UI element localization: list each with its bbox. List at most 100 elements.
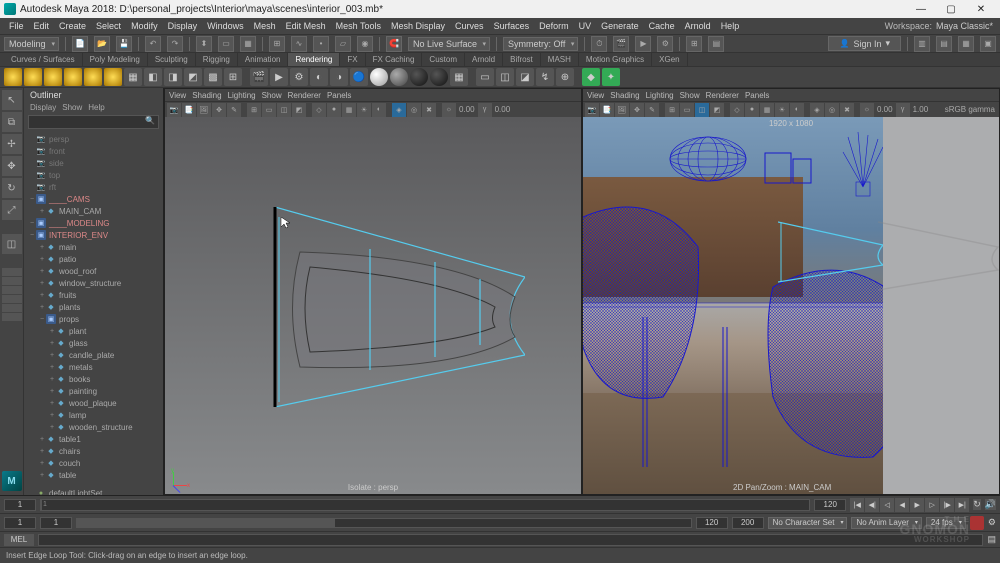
menu-display[interactable]: Display [163,21,203,31]
symmetry-dropdown[interactable]: Symmetry: Off [503,37,578,51]
vp-lights-icon[interactable]: ☀ [775,103,789,117]
outliner-node-chairs[interactable]: +chairs [24,445,163,457]
vp-wireframe-icon[interactable]: ◇ [312,103,326,117]
vp-menu-show[interactable]: Show [680,91,700,100]
toggle-channel-icon[interactable]: ▤ [708,36,724,52]
outliner-node-patio[interactable]: +patio [24,253,163,265]
script-lang-toggle[interactable]: MEL [4,534,34,546]
outliner-node--modeling[interactable]: −____MODELING [24,217,163,229]
menu-edit[interactable]: Edit [29,21,55,31]
menu-select[interactable]: Select [91,21,126,31]
outliner-node-candle-plate[interactable]: +candle_plate [24,349,163,361]
sidebar-toggle-3[interactable]: ▦ [958,36,974,52]
vp-menu-view[interactable]: View [169,91,186,100]
shelf-icon[interactable]: ▦ [124,68,142,86]
script-editor-button[interactable]: ▤ [987,534,996,545]
menu-set-dropdown[interactable]: Modeling [4,37,59,51]
vp-menu-shading[interactable]: Shading [192,91,221,100]
render-settings-icon[interactable]: ⚙ [657,36,673,52]
go-end-button[interactable]: ▶| [955,498,969,512]
scale-tool[interactable]: ⤢ [2,200,22,220]
viewport-canvas-left[interactable]: x y Isolate : persp [165,117,581,494]
shelf-tab-mash[interactable]: MASH [541,53,579,66]
vp-menu-shading[interactable]: Shading [610,91,639,100]
shelf-icon[interactable]: ⊞ [224,68,242,86]
command-input[interactable] [38,534,983,546]
vp-exposure-value[interactable]: 0.00 [457,105,477,114]
shader-dark-icon[interactable] [410,68,428,86]
vp-menu-show[interactable]: Show [262,91,282,100]
snap-live-icon[interactable]: ◉ [357,36,373,52]
select-tool[interactable]: ↖ [2,90,22,110]
vp-image-plane-icon[interactable]: 🖼 [615,103,629,117]
outliner-node-wood-roof[interactable]: +wood_roof [24,265,163,277]
vp-2d-pan-icon[interactable]: ✥ [212,103,226,117]
vp-exposure-value[interactable]: 0.00 [875,105,895,114]
shelf-tab-fxcaching[interactable]: FX Caching [366,53,423,66]
time-current-field[interactable]: 1 [4,499,36,511]
history-icon[interactable]: ⏱ [591,36,607,52]
vp-isolate-icon[interactable]: ◈ [810,103,824,117]
viewport-main-cam[interactable]: View Shading Lighting Show Renderer Pane… [582,88,1000,495]
snap-point-icon[interactable]: • [313,36,329,52]
range-playback-end[interactable]: 120 [696,517,728,529]
layout-hypershade[interactable] [2,304,22,312]
menu-edit-mesh[interactable]: Edit Mesh [281,21,331,31]
vp-select-cam-icon[interactable]: 📷 [167,103,181,117]
outliner-node-table1[interactable]: +table1 [24,433,163,445]
go-start-button[interactable]: |◀ [850,498,864,512]
autokey-button[interactable] [970,516,984,530]
audio-button[interactable]: 🔊 [985,499,996,510]
shader-dark2-icon[interactable] [430,68,448,86]
vp-exposure-icon[interactable]: ☼ [860,103,874,117]
outliner-node-main-cam[interactable]: +MAIN_CAM [24,205,163,217]
vp-xray-joints-icon[interactable]: ✖ [422,103,436,117]
outliner-node-wooden-structure[interactable]: +wooden_structure [24,421,163,433]
open-scene-icon[interactable]: 📂 [94,36,110,52]
vp-bookmark-icon[interactable]: 📑 [600,103,614,117]
snap-curve-icon[interactable]: ∿ [291,36,307,52]
vp-gamma-icon[interactable]: γ [896,103,910,117]
menu-help[interactable]: Help [716,21,745,31]
vp-resolution-gate-icon[interactable]: ◫ [277,103,291,117]
vp-film-gate-icon[interactable]: ▭ [680,103,694,117]
outliner-node-table[interactable]: +table [24,469,163,481]
vp-menu-renderer[interactable]: Renderer [288,91,321,100]
vp-shaded-icon[interactable]: ● [327,103,341,117]
outliner-node-books[interactable]: +books [24,373,163,385]
vp-2d-pan-icon[interactable]: ✥ [630,103,644,117]
shelf-tab-rendering[interactable]: Rendering [288,53,340,66]
vp-select-cam-icon[interactable]: 📷 [585,103,599,117]
paint-select-tool[interactable]: ✢ [2,134,22,154]
menu-file[interactable]: File [4,21,29,31]
shader-white-icon[interactable] [370,68,388,86]
outliner-tree[interactable]: perspfrontsidetoprft−____CAMS+MAIN_CAM−_… [24,131,163,495]
prefs-button[interactable]: ⚙ [988,517,996,528]
outliner-node-window-structure[interactable]: +window_structure [24,277,163,289]
menu-deform[interactable]: Deform [534,21,574,31]
vp-gamma-value[interactable]: 0.00 [493,105,513,114]
outliner-node-main[interactable]: +main [24,241,163,253]
outliner-node-plant[interactable]: +plant [24,325,163,337]
batch-render-icon[interactable]: ▭ [476,68,494,86]
rotate-tool[interactable]: ↻ [2,178,22,198]
outliner-menu-display[interactable]: Display [30,103,56,112]
vp-resolution-gate-icon[interactable]: ◫ [695,103,709,117]
outliner-node-glass[interactable]: +glass [24,337,163,349]
shader-grey-icon[interactable] [390,68,408,86]
outliner-node-couch[interactable]: +couch [24,457,163,469]
menu-arnold[interactable]: Arnold [680,21,716,31]
outliner-node-rft[interactable]: rft [24,181,163,193]
shelf-icon[interactable]: ◑ [330,68,348,86]
shelf-icon[interactable]: ◪ [516,68,534,86]
minimize-button[interactable]: ― [906,0,936,18]
outliner-node-side[interactable]: side [24,157,163,169]
snap-grid-icon[interactable]: ⊞ [269,36,285,52]
vp-menu-renderer[interactable]: Renderer [706,91,739,100]
point-light-icon[interactable] [44,68,62,86]
vp-gamma-value[interactable]: 1.00 [911,105,931,114]
shelf-tab-fx[interactable]: FX [340,53,365,66]
menu-mesh-display[interactable]: Mesh Display [386,21,450,31]
vp-image-plane-icon[interactable]: 🖼 [197,103,211,117]
layout-single[interactable] [2,268,22,276]
